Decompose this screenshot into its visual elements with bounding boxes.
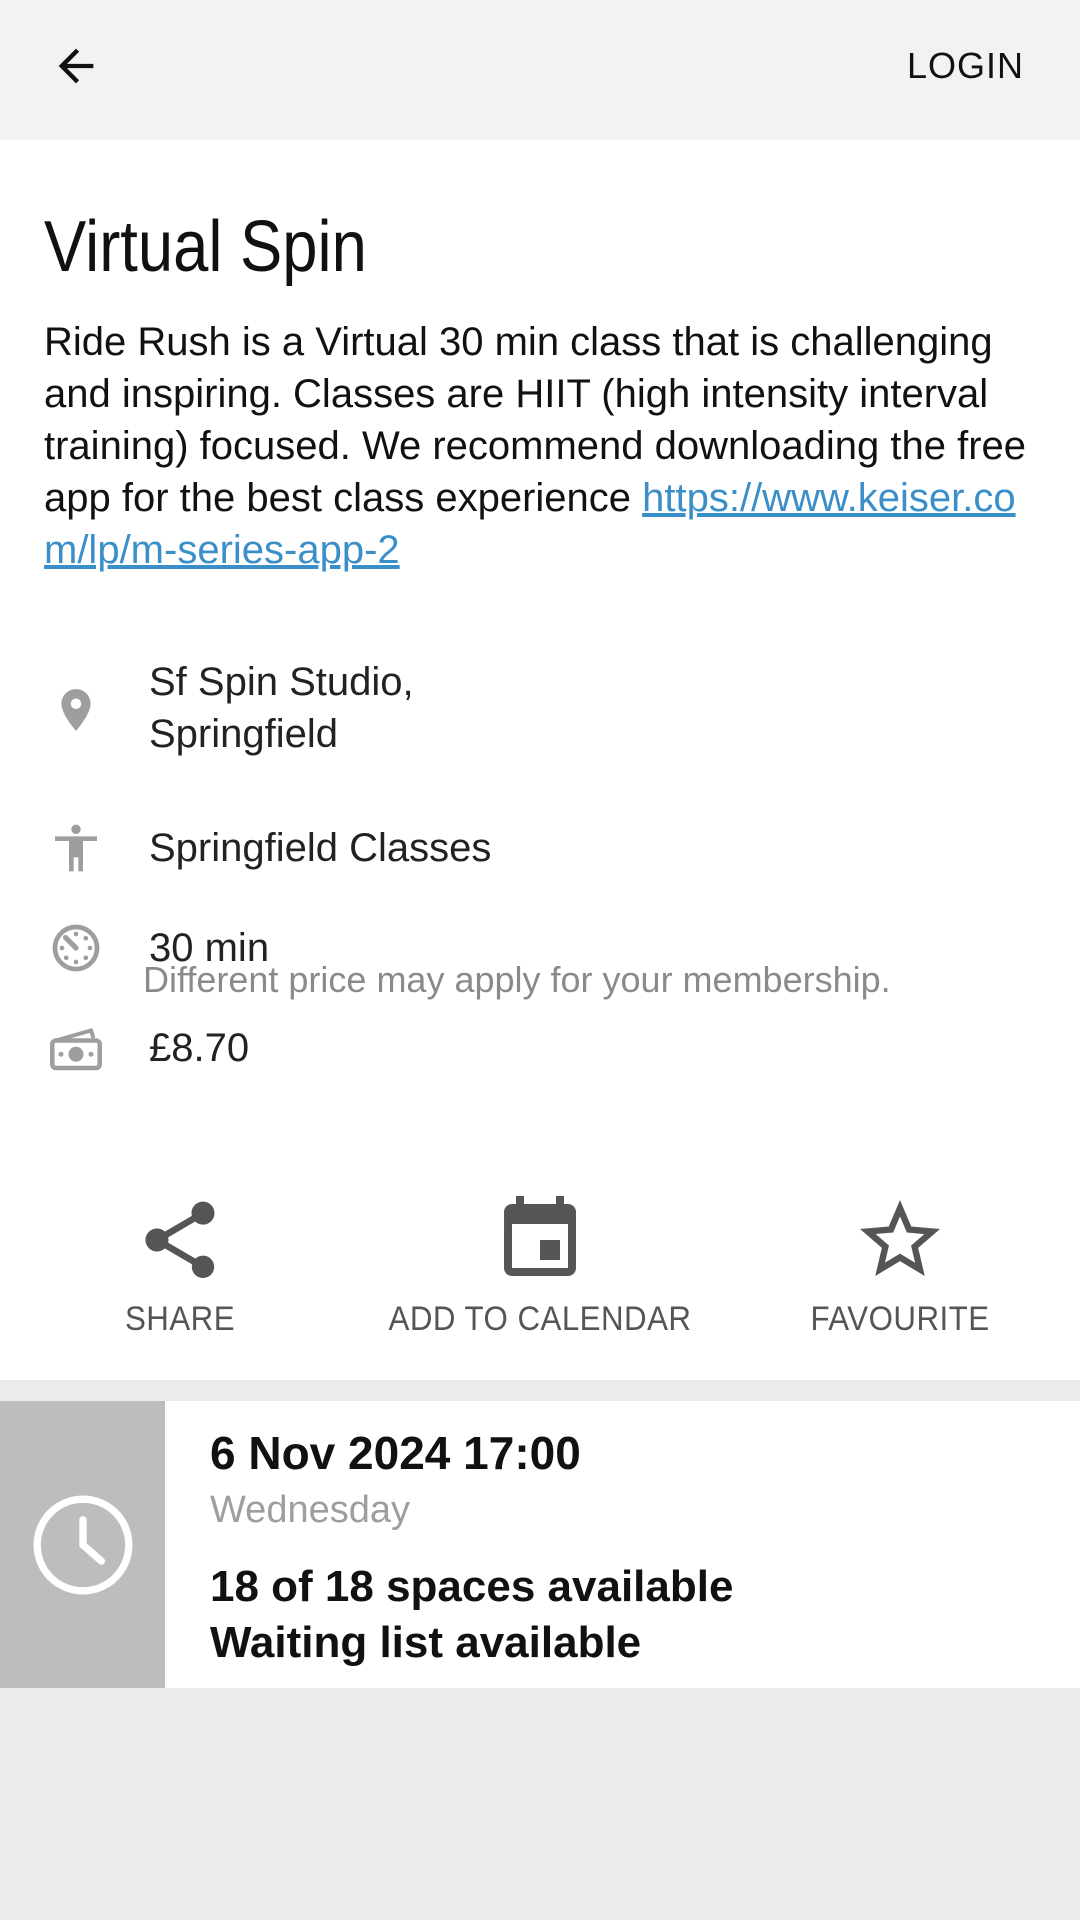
share-label: SHARE xyxy=(124,1300,236,1338)
action-bar: SHARE ADD TO CALENDAR FAVOURITE xyxy=(0,1190,1080,1390)
price-note: Different price may apply for your membe… xyxy=(143,959,891,1000)
add-to-calendar-button[interactable]: ADD TO CALENDAR xyxy=(360,1190,720,1339)
class-description: Ride Rush is a Virtual 30 min class that… xyxy=(44,316,1044,576)
category-text: Springfield Classes xyxy=(149,826,492,870)
clock-icon xyxy=(33,1495,132,1594)
location-pin-icon xyxy=(44,678,108,742)
arrow-left-icon xyxy=(58,48,94,84)
accessibility-person-icon xyxy=(44,816,108,880)
location-line-1: Sf Spin Studio, xyxy=(149,660,414,704)
session-waiting-list: Waiting list available xyxy=(210,1618,642,1667)
favourite-button[interactable]: FAVOURITE xyxy=(720,1190,1080,1339)
location-line-2: Springfield xyxy=(149,712,339,756)
location-row: Sf Spin Studio, Springfield xyxy=(0,656,1080,766)
calendar-label: ADD TO CALENDAR xyxy=(388,1300,692,1338)
favourite-label: FAVOURITE xyxy=(810,1300,990,1338)
class-detail: Virtual Spin Ride Rush is a Virtual 30 m… xyxy=(0,140,1080,1380)
page-title: Virtual Spin xyxy=(44,207,367,287)
session-datetime: 6 Nov 2024 17:00 xyxy=(210,1427,581,1479)
timer-icon xyxy=(44,916,108,980)
login-button[interactable]: LOGIN xyxy=(907,40,1024,92)
back-button[interactable] xyxy=(40,30,112,102)
share-icon xyxy=(145,1201,215,1279)
money-icon xyxy=(44,1016,108,1080)
category-row: Springfield Classes xyxy=(0,816,1080,880)
session-spaces: 18 of 18 spaces available xyxy=(210,1562,734,1611)
app-bar: LOGIN xyxy=(0,0,1080,140)
share-button[interactable]: SHARE xyxy=(0,1190,360,1339)
calendar-icon xyxy=(504,1196,576,1276)
session-weekday: Wednesday xyxy=(210,1489,410,1531)
session-clock-panel xyxy=(0,1401,165,1688)
session-card[interactable]: 6 Nov 2024 17:00 Wednesday 18 of 18 spac… xyxy=(0,1401,1080,1688)
price-text: £8.70 xyxy=(149,1026,250,1070)
price-row: £8.70 xyxy=(0,1016,1080,1080)
star-outline-icon xyxy=(860,1200,940,1276)
